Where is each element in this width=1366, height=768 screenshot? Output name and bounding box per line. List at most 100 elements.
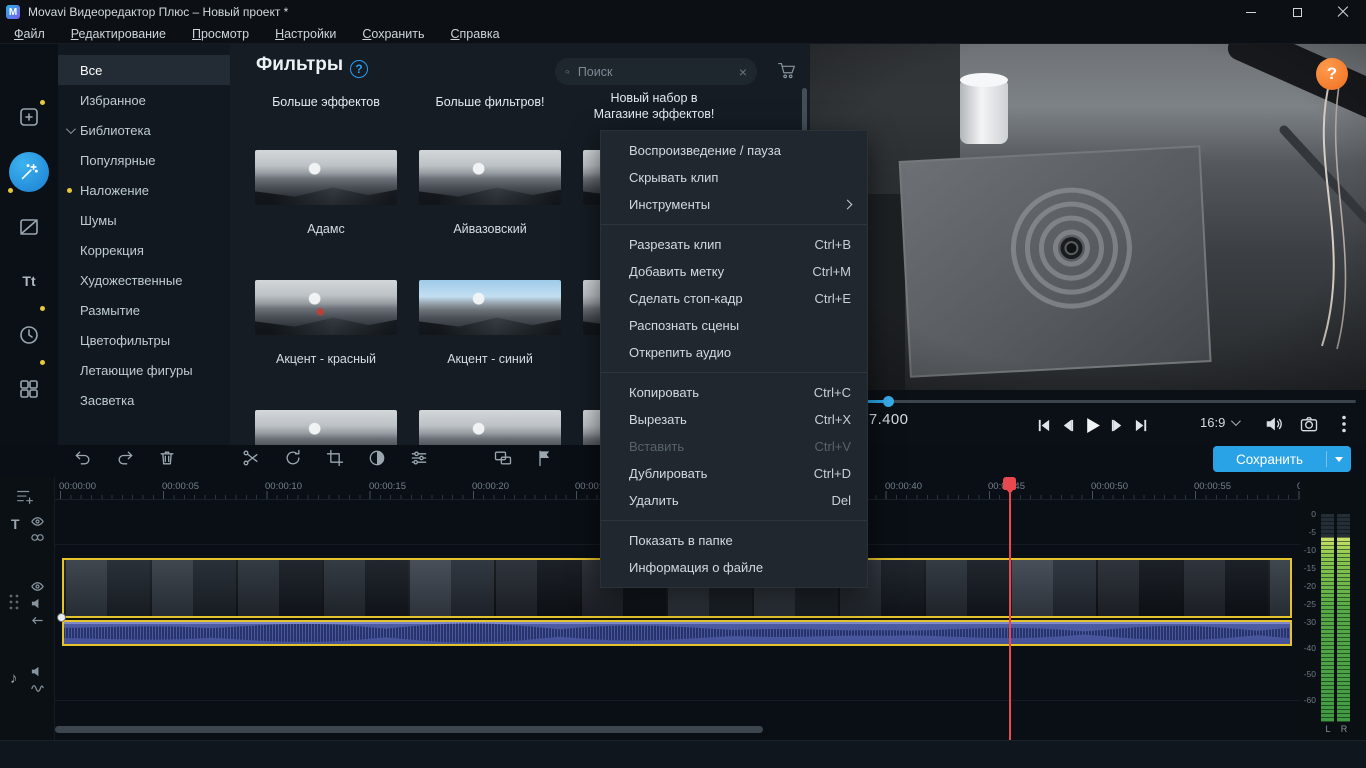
filter-thumbnail-aivazovsky[interactable] (419, 150, 561, 205)
titles-track-link-toggle[interactable] (30, 530, 45, 545)
audio-track-wave-toggle[interactable] (30, 681, 45, 696)
menu-item-detach-audio[interactable]: Открепить аудио (601, 339, 867, 366)
menu-settings[interactable]: Настройки (275, 27, 336, 41)
rotate-button[interactable] (282, 447, 304, 469)
sidebar-item-flying-shapes[interactable]: Летающие фигуры (58, 355, 230, 385)
filters-tool-button[interactable] (0, 152, 58, 192)
crop-button[interactable] (324, 447, 346, 469)
more-tools-button[interactable] (0, 369, 58, 409)
color-adjust-button[interactable] (366, 447, 388, 469)
undo-button[interactable] (72, 447, 94, 469)
menu-item-cut[interactable]: ВырезатьCtrl+X (601, 406, 867, 433)
playhead-line[interactable] (1009, 477, 1011, 740)
import-media-button[interactable] (0, 97, 58, 137)
volume-button[interactable] (1264, 414, 1284, 434)
export-button[interactable]: Сохранить (1213, 446, 1351, 472)
audio-track-mute-toggle[interactable] (30, 664, 45, 679)
maximize-button[interactable] (1274, 0, 1320, 24)
overlay-button[interactable] (492, 447, 514, 469)
menu-item-delete[interactable]: УдалитьDel (601, 487, 867, 514)
sidebar-item-colorfilters[interactable]: Цветофильтры (58, 325, 230, 355)
sidebar-item-popular[interactable]: Популярные (58, 145, 230, 175)
video-track-handle[interactable] (8, 593, 20, 611)
arrow-left-icon (30, 613, 45, 628)
menu-edit[interactable]: Редактирование (71, 27, 166, 41)
play-button[interactable] (1084, 417, 1101, 434)
clip-properties-button[interactable] (408, 447, 430, 469)
menu-item-hide-clip[interactable]: Скрывать клип (601, 164, 867, 191)
split-button[interactable] (240, 447, 262, 469)
help-button[interactable]: ? (1316, 58, 1348, 90)
menu-file[interactable]: Файл (14, 27, 45, 41)
sidebar-item-library[interactable]: Библиотека (58, 115, 230, 145)
menu-item-file-info[interactable]: Информация о файле (601, 554, 867, 581)
sidebar-item-artistic[interactable]: Художественные (58, 265, 230, 295)
menu-item-add-marker[interactable]: Добавить меткуCtrl+M (601, 258, 867, 285)
filter-thumbnail-accent-red[interactable] (255, 280, 397, 335)
preview-seek-slider[interactable] (818, 400, 1356, 403)
menu-item-detect-scenes[interactable]: Распознать сцены (601, 312, 867, 339)
minimize-button[interactable] (1228, 0, 1274, 24)
promo-effects-store[interactable]: Новый набор в Магазине эффектов! (584, 90, 724, 122)
sidebar-item-all[interactable]: Все (58, 55, 230, 85)
delete-button[interactable] (156, 447, 178, 469)
search-input[interactable] (578, 65, 739, 79)
menu-shortcut: Ctrl+C (814, 385, 851, 400)
stickers-tool-button[interactable] (0, 315, 58, 355)
redo-button[interactable] (114, 447, 136, 469)
timeline-horizontal-scrollbar[interactable] (55, 726, 763, 733)
skip-to-end-button[interactable] (1134, 418, 1149, 433)
filter-thumbnail-accent-blue[interactable] (419, 280, 561, 335)
sidebar-item-label: Наложение (80, 183, 149, 198)
menu-item-freeze-frame[interactable]: Сделать стоп-кадрCtrl+E (601, 285, 867, 312)
preview-more-button[interactable] (1341, 415, 1347, 433)
menu-shortcut: Ctrl+B (815, 237, 851, 252)
video-track-visibility-toggle[interactable] (30, 579, 45, 594)
menu-save[interactable]: Сохранить (362, 27, 424, 41)
sidebar-item-blur[interactable]: Размытие (58, 295, 230, 325)
track-list-plus-icon (14, 486, 36, 508)
clip-link-handle[interactable] (57, 613, 66, 622)
sidebar-item-overlay[interactable]: Наложение (58, 175, 230, 205)
filter-thumbnail[interactable] (255, 410, 397, 445)
transport-controls (1022, 413, 1162, 437)
previous-frame-button[interactable] (1060, 418, 1075, 433)
video-track-mute-toggle[interactable] (30, 596, 45, 611)
audio-clip[interactable] (62, 620, 1292, 646)
menu-view[interactable]: Просмотр (192, 27, 249, 41)
sidebar-item-label: Коррекция (80, 243, 144, 258)
menu-item-duplicate[interactable]: ДублироватьCtrl+D (601, 460, 867, 487)
filter-thumbnail-adams[interactable] (255, 150, 397, 205)
playhead-handle[interactable] (1003, 477, 1016, 490)
titles-tool-button[interactable]: Tt (0, 261, 58, 301)
snapshot-button[interactable] (1299, 414, 1319, 434)
filter-thumbnail[interactable] (419, 410, 561, 445)
export-options-dropdown[interactable] (1327, 457, 1351, 462)
transitions-tool-button[interactable] (0, 207, 58, 247)
menu-item-copy[interactable]: КопироватьCtrl+C (601, 379, 867, 406)
sidebar-item-flare[interactable]: Засветка (58, 385, 230, 415)
menu-item-tools[interactable]: Инструменты (601, 191, 867, 218)
titles-track-visibility-toggle[interactable] (30, 514, 45, 529)
menu-help[interactable]: Справка (451, 27, 500, 41)
menu-item-split-clip[interactable]: Разрезать клипCtrl+B (601, 231, 867, 258)
sidebar-item-correction[interactable]: Коррекция (58, 235, 230, 265)
close-button[interactable] (1320, 0, 1366, 24)
marker-button[interactable] (534, 447, 556, 469)
video-track-return-button[interactable] (30, 613, 45, 628)
menu-item-show-in-folder[interactable]: Показать в папке (601, 527, 867, 554)
promo-more-filters[interactable]: Больше фильтров! (420, 94, 560, 110)
seek-handle[interactable] (883, 396, 894, 407)
clock-icon (17, 323, 41, 347)
aspect-ratio-selector[interactable]: 16:9 (1200, 415, 1238, 430)
skip-to-start-button[interactable] (1036, 418, 1051, 433)
effects-store-button[interactable] (776, 59, 798, 81)
menu-item-play-pause[interactable]: Воспроизведение / пауза (601, 137, 867, 164)
next-frame-button[interactable] (1110, 418, 1125, 433)
add-track-button[interactable] (14, 486, 36, 508)
sidebar-item-noise[interactable]: Шумы (58, 205, 230, 235)
sidebar-item-favorites[interactable]: Избранное (58, 85, 230, 115)
promo-more-effects[interactable]: Больше эффектов (256, 94, 396, 110)
panel-help-icon[interactable]: ? (350, 60, 368, 78)
search-clear-icon[interactable]: × (739, 64, 747, 80)
